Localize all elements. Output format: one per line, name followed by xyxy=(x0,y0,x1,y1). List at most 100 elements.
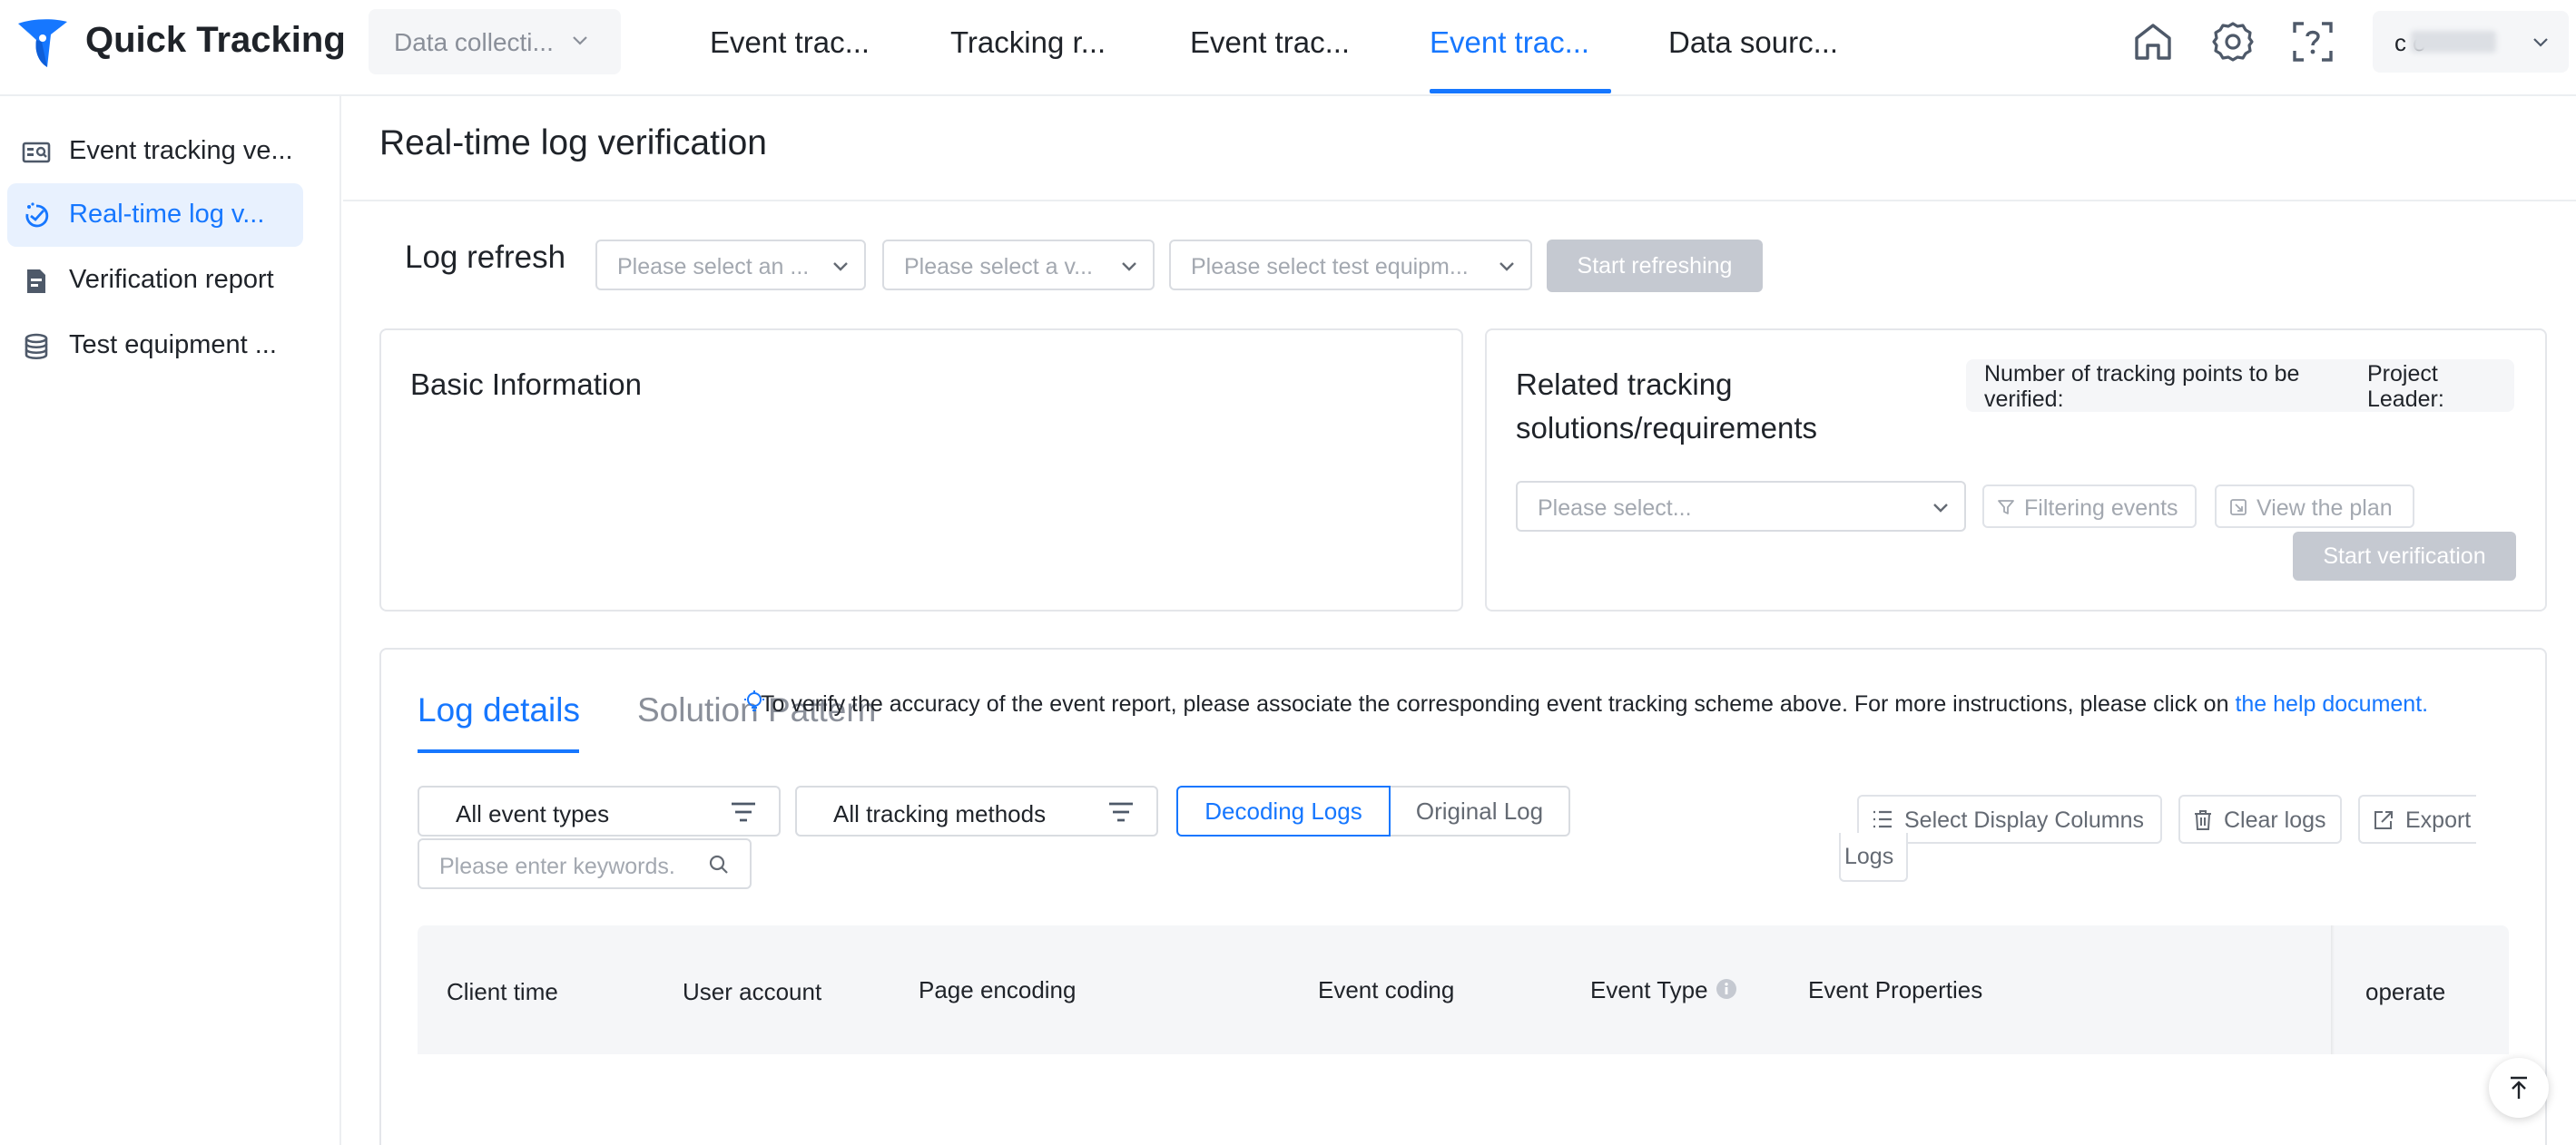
info-icon[interactable] xyxy=(1716,978,1737,1000)
keyword-search-input[interactable]: Please enter keywords. xyxy=(418,838,752,889)
column-operate[interactable]: operate xyxy=(2365,978,2445,1006)
database-icon xyxy=(22,332,51,361)
report-icon xyxy=(22,267,51,296)
trash-icon xyxy=(2193,809,2213,831)
sidebar-item-label: Event tracking ve... xyxy=(69,136,293,165)
user-name-mask xyxy=(2411,31,2496,53)
nav-tab-tracking-records[interactable]: Tracking r... xyxy=(950,25,1106,60)
column-user-account[interactable]: User account xyxy=(683,978,821,1006)
tracking-plan-select[interactable]: Please select... xyxy=(1516,481,1966,532)
project-leader-label: Project Leader: xyxy=(2367,361,2444,412)
title-divider xyxy=(343,200,2576,201)
keyword-search-placeholder: Please enter keywords. xyxy=(439,854,675,879)
gear-icon[interactable] xyxy=(2209,18,2256,65)
list-icon xyxy=(1872,809,1893,829)
sidebar-item-real-time-log-verification[interactable]: Real-time log v... xyxy=(7,183,303,247)
app-name: Quick Tracking xyxy=(85,20,346,60)
nav-tab-event-tracking-1[interactable]: Event trac... xyxy=(710,25,870,60)
basic-information-title: Basic Information xyxy=(410,367,642,401)
sidebar-item-label: Test equipment ... xyxy=(69,330,277,359)
sidebar-item-label: Verification report xyxy=(69,265,274,294)
filtering-events-label: Filtering events xyxy=(2024,495,2178,521)
page-title: Real-time log verification xyxy=(379,123,768,162)
column-page-encoding[interactable]: Page encoding xyxy=(919,976,1076,1004)
decoding-logs-toggle[interactable]: Decoding Logs xyxy=(1176,786,1391,837)
id-card-search-icon xyxy=(22,138,51,167)
column-event-type[interactable]: Event Type xyxy=(1590,976,1708,1004)
tracking-method-filter[interactable]: All tracking methods xyxy=(795,786,1158,837)
column-client-time[interactable]: Client time xyxy=(447,978,558,1006)
chevron-down-icon xyxy=(1118,256,1140,278)
filter-lines-icon xyxy=(1107,800,1135,824)
chevron-down-icon xyxy=(830,256,851,278)
logo-icon xyxy=(15,15,71,71)
sidebar-item-label: Real-time log v... xyxy=(69,200,265,229)
sidebar-item-test-equipment[interactable]: Test equipment ... xyxy=(7,314,303,377)
column-event-properties[interactable]: Event Properties xyxy=(1808,976,1982,1004)
test-equipment-select[interactable]: Please select test equipm... xyxy=(1169,240,1532,290)
event-type-filter-label: All event types xyxy=(456,800,610,827)
version-select-placeholder: Please select a v... xyxy=(904,254,1093,279)
verification-hint: To verify the accuracy of the event repo… xyxy=(761,691,2428,718)
active-tab-indicator xyxy=(1430,89,1611,93)
user-menu[interactable]: c o xyxy=(2373,11,2569,73)
nav-tab-event-tracking-verification[interactable]: Event trac... xyxy=(1430,25,1589,60)
clear-logs-label: Clear logs xyxy=(2224,807,2326,833)
help-scan-icon[interactable] xyxy=(2289,18,2336,65)
home-icon[interactable] xyxy=(2129,18,2177,65)
start-refreshing-button[interactable]: Start refreshing xyxy=(1547,240,1763,292)
chevron-down-icon xyxy=(1496,256,1518,278)
export-label: Export xyxy=(2405,807,2472,833)
fixed-column-shadow xyxy=(2331,925,2335,1054)
tracking-plan-select-placeholder: Please select... xyxy=(1538,495,1692,521)
data-collection-select-label: Data collecti... xyxy=(394,28,554,56)
export-logs-button[interactable]: Export xyxy=(2358,795,2476,844)
chevron-down-icon xyxy=(2531,33,2551,53)
help-document-link[interactable]: the help document. xyxy=(2235,691,2428,717)
log-refresh-label: Log refresh xyxy=(405,240,566,275)
tracking-method-filter-label: All tracking methods xyxy=(833,800,1047,827)
points-to-verify-label: Number of tracking points to be verified… xyxy=(1984,361,2300,412)
open-external-icon xyxy=(2229,498,2247,516)
filtering-events-button[interactable]: Filtering events xyxy=(1982,484,2197,528)
sidebar: Event tracking ve... Real-time log v... … xyxy=(0,96,341,1145)
version-select[interactable]: Please select a v... xyxy=(882,240,1155,290)
active-log-tab-indicator xyxy=(418,749,579,753)
event-type-filter[interactable]: All event types xyxy=(418,786,781,837)
chevron-down-icon xyxy=(570,31,590,51)
verification-stats: Number of tracking points to be verified… xyxy=(1966,359,2514,412)
search-icon xyxy=(708,854,730,876)
related-tracking-title-line1: Related tracking xyxy=(1516,367,1733,401)
pulse-check-icon xyxy=(22,201,51,230)
export-logs-button-wrap[interactable]: Logs xyxy=(1839,833,1908,882)
data-collection-select[interactable]: Data collecti... xyxy=(369,9,621,74)
original-log-toggle[interactable]: Original Log xyxy=(1391,786,1570,837)
start-verification-button[interactable]: Start verification xyxy=(2293,532,2516,581)
export-label-line2: Logs xyxy=(1844,844,1894,869)
basic-information-panel: Basic Information xyxy=(379,328,1463,612)
related-tracking-title: Related tracking solutions/requirements xyxy=(1516,363,1817,450)
sidebar-item-event-tracking-verification[interactable]: Event tracking ve... xyxy=(7,120,303,183)
select-display-columns-label: Select Display Columns xyxy=(1904,807,2144,833)
filter-lines-icon xyxy=(730,800,757,824)
test-equipment-select-placeholder: Please select test equipm... xyxy=(1191,254,1469,279)
app-select[interactable]: Please select an ... xyxy=(595,240,866,290)
app-select-placeholder: Please select an ... xyxy=(617,254,810,279)
chevron-down-icon xyxy=(1930,497,1952,519)
verification-hint-text: To verify the accuracy of the event repo… xyxy=(761,691,2229,717)
related-tracking-title-line2: solutions/requirements xyxy=(1516,411,1817,445)
arrow-up-to-top-icon xyxy=(2508,1075,2530,1101)
filter-icon xyxy=(1997,498,2015,516)
sidebar-item-verification-report[interactable]: Verification report xyxy=(7,249,303,312)
column-event-coding[interactable]: Event coding xyxy=(1318,976,1454,1004)
nav-tab-data-source[interactable]: Data sourc... xyxy=(1668,25,1838,60)
nav-tab-event-tracking-2[interactable]: Event trac... xyxy=(1190,25,1350,60)
tab-log-details[interactable]: Log details xyxy=(418,691,580,729)
clear-logs-button[interactable]: Clear logs xyxy=(2178,795,2342,844)
related-tracking-panel: Related tracking solutions/requirements … xyxy=(1485,328,2547,612)
export-icon xyxy=(2373,809,2394,831)
back-to-top-button[interactable] xyxy=(2489,1058,2549,1118)
view-plan-button[interactable]: View the plan xyxy=(2215,484,2414,528)
top-bar: Quick Tracking Data collecti... Event tr… xyxy=(0,0,2576,96)
view-plan-label: View the plan xyxy=(2256,495,2393,521)
